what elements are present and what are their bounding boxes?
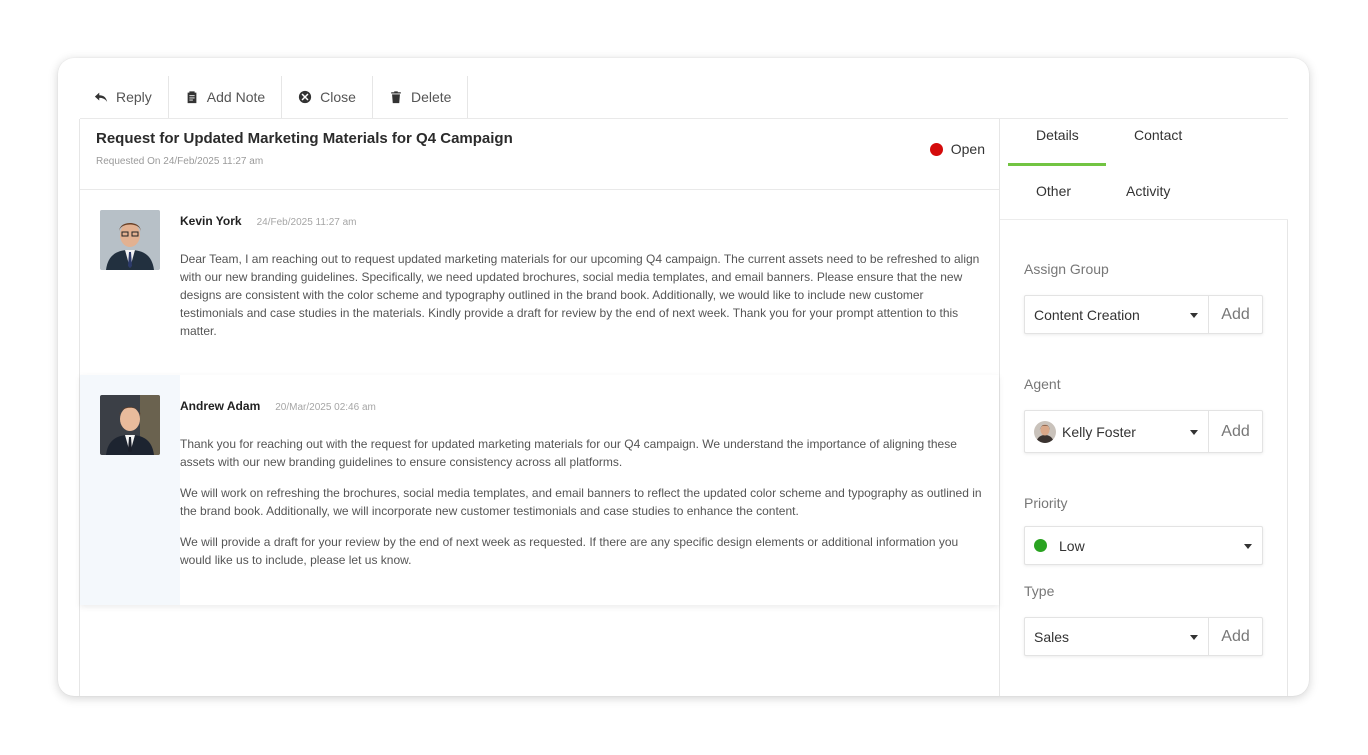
status-dot-icon [929, 142, 943, 156]
caret-down-icon [1190, 634, 1198, 640]
tab-other[interactable]: Other [1036, 183, 1071, 199]
toolbar: Reply Add Note Close Delete [80, 76, 469, 118]
agent-add-button[interactable]: Add [1208, 411, 1262, 452]
details-form: Assign Group Content Creation Add Agent [1000, 220, 1288, 696]
message-paragraph: We will provide a draft for your review … [180, 535, 959, 567]
message-date: 20/Mar/2025 02:46 am [275, 402, 376, 413]
close-label: Close [320, 89, 356, 105]
priority-select[interactable]: Low [1025, 527, 1262, 564]
priority-value: Low [1059, 537, 1085, 554]
tab-details[interactable]: Details [1036, 127, 1079, 143]
message-paragraph: We will work on refreshing the brochures… [180, 486, 982, 518]
agent-avatar [1034, 420, 1056, 443]
ticket-requested-on: Requested On 24/Feb/2025 11:27 am [96, 156, 264, 167]
message-item: Andrew Adam 20/Mar/2025 02:46 am Thank y… [80, 375, 999, 605]
agent-field: Kelly Foster Add [1024, 410, 1263, 453]
delete-button[interactable]: Delete [373, 76, 469, 118]
message-date: 24/Feb/2025 11:27 am [256, 217, 357, 228]
ticket-title: Request for Updated Marketing Materials … [96, 130, 513, 147]
caret-down-icon [1244, 543, 1252, 549]
status-label: Open [950, 141, 985, 157]
message-paragraph: Thank you for reaching out with the requ… [180, 437, 957, 469]
tab-activity[interactable]: Activity [1126, 183, 1170, 199]
ticket-main: Request for Updated Marketing Materials … [79, 119, 1000, 696]
message-item: Kevin York 24/Feb/2025 11:27 am Dear Tea… [80, 190, 999, 375]
message-author: Kevin York [180, 214, 242, 228]
message-paragraph: Dear Team, I am reaching out to request … [180, 252, 980, 338]
agent-select[interactable]: Kelly Foster [1025, 411, 1208, 452]
reply-icon [94, 92, 108, 102]
type-label: Type [1024, 583, 1055, 599]
priority-field: Low [1024, 526, 1263, 565]
ticket-header: Request for Updated Marketing Materials … [80, 119, 999, 190]
clipboard-icon [187, 91, 197, 104]
priority-dot-icon [1034, 539, 1047, 552]
avatar [100, 395, 160, 455]
caret-down-icon [1190, 312, 1198, 318]
side-tabs: Details Contact Other Activity [1000, 119, 1288, 220]
avatar [100, 210, 160, 270]
priority-label: Priority [1024, 495, 1068, 511]
caret-down-icon [1190, 429, 1198, 435]
add-note-label: Add Note [206, 89, 266, 105]
reply-button[interactable]: Reply [80, 76, 169, 118]
message-body: Dear Team, I am reaching out to request … [180, 250, 985, 340]
message-body: Thank you for reaching out with the requ… [180, 435, 985, 569]
type-value: Sales [1034, 628, 1070, 645]
reply-label: Reply [116, 89, 152, 105]
agent-label: Agent [1024, 376, 1061, 392]
type-select[interactable]: Sales [1025, 618, 1208, 655]
assign-group-select[interactable]: Content Creation [1025, 296, 1208, 333]
type-add-button[interactable]: Add [1208, 618, 1262, 655]
assign-group-label: Assign Group [1024, 261, 1109, 277]
trash-icon [391, 91, 401, 104]
assign-group-field: Content Creation Add [1024, 295, 1263, 334]
details-panel: Details Contact Other Activity Assign Gr… [1000, 119, 1288, 696]
type-field: Sales Add [1024, 617, 1263, 656]
agent-value: Kelly Foster [1062, 423, 1136, 440]
assign-group-add-button[interactable]: Add [1208, 296, 1262, 333]
tab-contact[interactable]: Contact [1134, 127, 1182, 143]
ticket-card: Reply Add Note Close Delete Request for … [58, 58, 1309, 696]
delete-label: Delete [410, 89, 452, 105]
message-author: Andrew Adam [180, 399, 261, 413]
status-badge[interactable]: Open [929, 141, 985, 157]
close-button[interactable]: Close [282, 76, 373, 118]
active-tab-indicator [1008, 163, 1106, 166]
close-circle-icon [299, 90, 312, 104]
assign-group-value: Content Creation [1034, 306, 1140, 323]
add-note-button[interactable]: Add Note [169, 76, 283, 118]
